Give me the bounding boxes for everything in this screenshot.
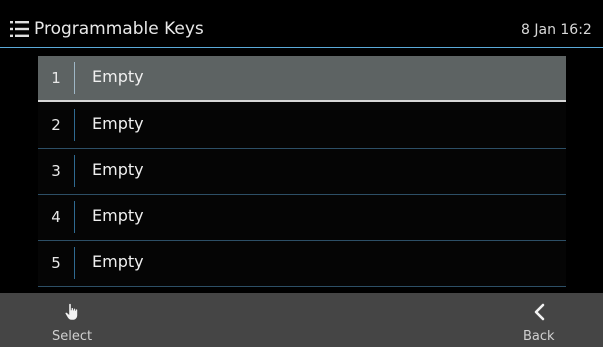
list-container: 1 Empty 2 Empty 3 Empty 4 Empty 5 Empty [38, 56, 566, 287]
key-label: Empty [92, 114, 144, 133]
list-item-3[interactable]: 3 Empty [38, 149, 566, 195]
key-number: 1 [51, 69, 61, 87]
key-number: 2 [51, 116, 61, 134]
back-label: Back [523, 329, 555, 344]
softkey-bar: Select Back [0, 293, 603, 347]
list-item-4[interactable]: 4 Empty [38, 195, 566, 241]
list-item-1[interactable]: 1 Empty [38, 56, 566, 102]
chevron-left-icon [534, 303, 545, 321]
back-button[interactable]: Back [483, 293, 603, 347]
select-label: Select [52, 329, 93, 344]
key-label: Empty [92, 67, 144, 86]
key-label: Empty [92, 206, 144, 225]
row-divider [74, 201, 75, 233]
list-item-5[interactable]: 5 Empty [38, 241, 566, 287]
key-label: Empty [92, 160, 144, 179]
tap-hand-icon [65, 303, 78, 320]
phone-screen: Programmable Keys 8 Jan 16:2 1 Empty 2 E… [0, 0, 603, 347]
key-number: 3 [51, 162, 61, 180]
key-label: Empty [92, 252, 144, 271]
programmable-keys-list: 1 Empty 2 Empty 3 Empty 4 Empty 5 Empty [0, 48, 603, 295]
list-menu-icon[interactable] [10, 20, 30, 38]
row-divider [74, 109, 75, 141]
row-divider [74, 155, 75, 187]
key-number: 4 [51, 208, 61, 226]
list-item-2[interactable]: 2 Empty [38, 103, 566, 149]
key-number: 5 [51, 254, 61, 272]
header-bar: Programmable Keys 8 Jan 16:2 [0, 0, 603, 48]
select-button[interactable]: Select [0, 293, 120, 347]
row-divider [74, 247, 75, 279]
date-time: 8 Jan 16:2 [521, 22, 592, 38]
row-divider [74, 62, 75, 94]
page-title: Programmable Keys [34, 19, 204, 39]
